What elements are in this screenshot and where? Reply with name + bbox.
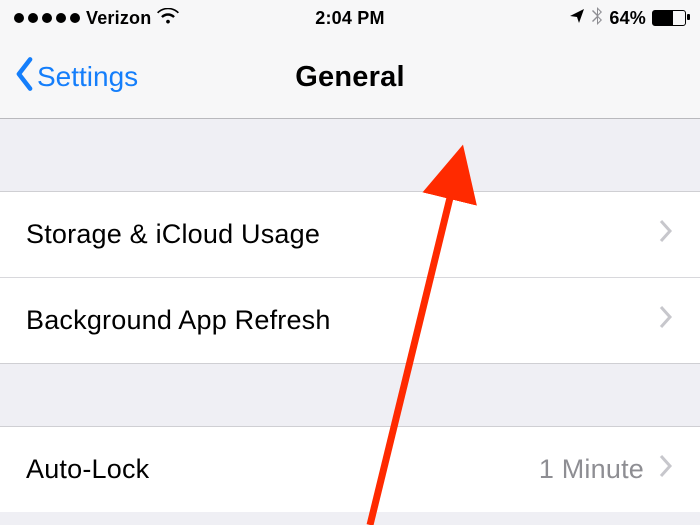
back-button[interactable]: Settings: [14, 56, 138, 99]
settings-group-autolock: Auto-Lock 1 Minute: [0, 426, 700, 512]
battery-icon: [652, 10, 686, 26]
cell-label: Storage & iCloud Usage: [26, 219, 320, 250]
nav-bar: Settings General: [0, 36, 700, 119]
location-icon: [569, 8, 585, 29]
chevron-right-icon: [658, 304, 674, 337]
carrier-label: Verizon: [86, 8, 151, 29]
settings-group-storage: Storage & iCloud Usage Background App Re…: [0, 191, 700, 364]
bluetooth-icon: [591, 7, 603, 30]
status-left: Verizon: [14, 8, 179, 29]
status-right: 64%: [569, 7, 686, 30]
back-label: Settings: [37, 61, 138, 93]
cell-auto-lock[interactable]: Auto-Lock 1 Minute: [0, 427, 700, 512]
cell-value: 1 Minute: [539, 454, 644, 485]
wifi-icon: [157, 8, 179, 29]
chevron-left-icon: [14, 56, 35, 99]
cell-label: Background App Refresh: [26, 305, 331, 336]
cell-storage-icloud-usage[interactable]: Storage & iCloud Usage: [0, 192, 700, 277]
signal-strength-icon: [14, 13, 80, 23]
group-gap: [0, 364, 700, 426]
group-gap: [0, 119, 700, 191]
chevron-right-icon: [658, 453, 674, 486]
status-bar: Verizon 2:04 PM 64%: [0, 0, 700, 36]
cell-label: Auto-Lock: [26, 454, 149, 485]
battery-percent: 64%: [609, 8, 646, 29]
cell-background-app-refresh[interactable]: Background App Refresh: [0, 277, 700, 363]
chevron-right-icon: [658, 218, 674, 251]
